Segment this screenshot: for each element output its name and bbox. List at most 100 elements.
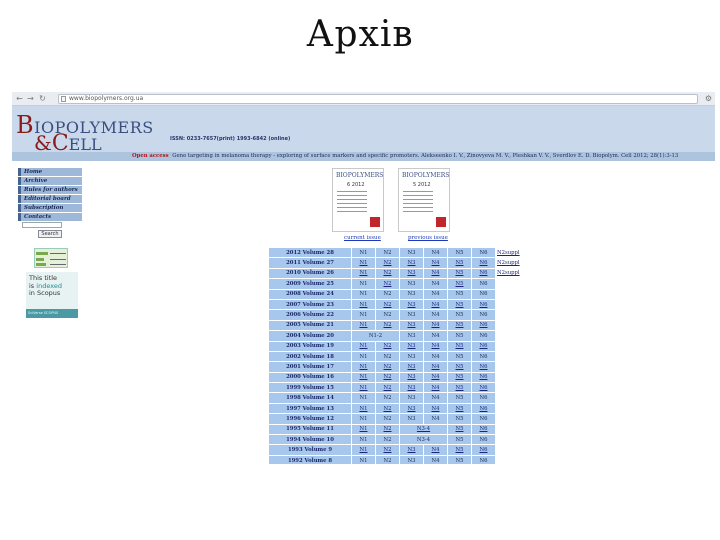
issue-link[interactable]: N1 xyxy=(352,289,375,299)
issue-link[interactable]: N5 xyxy=(448,258,471,268)
issue-link[interactable]: N5 xyxy=(448,455,471,464)
search-input[interactable] xyxy=(22,222,62,228)
issue-link[interactable]: N1 xyxy=(352,414,375,424)
issue-link[interactable]: N2 xyxy=(376,279,399,289)
issue-link[interactable]: N4 xyxy=(424,320,447,331)
issue-link[interactable]: N6 xyxy=(472,393,495,403)
issue-link[interactable]: N1 xyxy=(352,299,375,310)
issue-link[interactable]: N5 xyxy=(448,393,471,403)
issue-link[interactable]: N2 xyxy=(376,268,399,279)
back-arrow-icon[interactable]: ← xyxy=(15,94,24,103)
issue-link[interactable]: N1 xyxy=(352,383,375,393)
issue-link[interactable]: N6 xyxy=(472,435,495,445)
issue-link[interactable]: N4 xyxy=(424,445,447,455)
issue-link[interactable]: N5 xyxy=(448,279,471,289)
issue-link[interactable]: N3 xyxy=(400,362,423,372)
address-bar[interactable]: www.biopolymers.org.ua xyxy=(58,94,698,104)
issue-link[interactable]: N1 xyxy=(352,435,375,445)
reload-icon[interactable]: ↻ xyxy=(38,94,47,103)
issue-link[interactable]: N2 xyxy=(376,393,399,403)
issue-link[interactable]: N1 xyxy=(352,341,375,351)
current-issue-link[interactable]: current issue xyxy=(344,235,381,241)
issue-link[interactable]: N1 xyxy=(352,455,375,464)
issue-link[interactable]: N4 xyxy=(424,331,447,341)
issue-link[interactable]: N5 xyxy=(448,248,471,258)
issue-link[interactable]: N4 xyxy=(424,248,447,258)
issue-link[interactable]: N3 xyxy=(400,310,423,320)
issue-link[interactable]: N3 xyxy=(400,248,423,258)
issue-link[interactable]: N5 xyxy=(448,299,471,310)
issue-link[interactable]: N4 xyxy=(424,279,447,289)
issue-link[interactable]: N2 xyxy=(376,445,399,455)
menu-item-contacts[interactable]: Contacts xyxy=(18,213,82,221)
menu-item-editorial-board[interactable]: Editorial board xyxy=(18,195,82,203)
issue-link[interactable]: N4 xyxy=(424,372,447,383)
issue-link[interactable]: N6 xyxy=(472,341,495,351)
issue-link[interactable]: N5 xyxy=(448,289,471,299)
issue-link[interactable]: N5 xyxy=(448,341,471,351)
issue-link[interactable]: N6 xyxy=(472,258,495,268)
supplement-link[interactable]: N2suppl xyxy=(496,258,520,267)
issue-link[interactable]: N1 xyxy=(352,445,375,455)
issue-link[interactable]: N3 xyxy=(400,455,423,464)
issue-link[interactable]: N2 xyxy=(376,403,399,414)
issue-link[interactable]: N2 xyxy=(376,320,399,331)
issue-link[interactable]: N6 xyxy=(472,414,495,424)
issue-link[interactable]: N4 xyxy=(424,455,447,464)
issue-link[interactable]: N1 xyxy=(352,248,375,258)
issue-link[interactable]: N3 xyxy=(400,320,423,331)
issue-link[interactable]: N1 xyxy=(352,362,375,372)
previous-issue-link[interactable]: previous issue xyxy=(408,235,448,241)
issue-link[interactable]: N4 xyxy=(424,403,447,414)
issue-link[interactable]: N2 xyxy=(376,383,399,393)
issue-link[interactable]: N3 xyxy=(400,393,423,403)
issue-link[interactable]: N6 xyxy=(472,455,495,464)
issue-link[interactable]: N2 xyxy=(376,414,399,424)
issue-link[interactable]: N3-4 xyxy=(400,435,447,445)
issue-link[interactable]: N5 xyxy=(448,424,471,435)
menu-item-home[interactable]: Home xyxy=(18,168,82,176)
issue-link[interactable]: N2 xyxy=(376,372,399,383)
issue-link[interactable]: N3 xyxy=(400,414,423,424)
supplement-link[interactable]: N2suppl xyxy=(496,269,520,278)
issue-link[interactable]: N6 xyxy=(472,372,495,383)
issue-link[interactable]: N2 xyxy=(376,455,399,464)
issue-link[interactable]: N2 xyxy=(376,424,399,435)
menu-item-archive[interactable]: Archive xyxy=(18,177,82,185)
issue-link[interactable]: N6 xyxy=(472,289,495,299)
issue-link[interactable]: N6 xyxy=(472,320,495,331)
issue-link[interactable]: N3 xyxy=(400,341,423,351)
issue-link[interactable]: N6 xyxy=(472,362,495,372)
issue-link[interactable]: N1 xyxy=(352,403,375,414)
issue-link[interactable]: N4 xyxy=(424,258,447,268)
issue-link[interactable]: N1 xyxy=(352,393,375,403)
issue-link[interactable]: N2 xyxy=(376,435,399,445)
menu-item-subscription[interactable]: Subscription xyxy=(18,204,82,212)
issue-link[interactable]: N4 xyxy=(424,299,447,310)
menu-item-rules[interactable]: Rules for authors xyxy=(18,186,82,194)
issue-link[interactable]: N2 xyxy=(376,289,399,299)
issue-link[interactable]: N4 xyxy=(424,362,447,372)
issue-link[interactable]: N6 xyxy=(472,331,495,341)
issue-link[interactable]: N2 xyxy=(376,299,399,310)
issue-link[interactable]: N1 xyxy=(352,320,375,331)
forward-arrow-icon[interactable]: → xyxy=(26,94,35,103)
issue-link[interactable]: N6 xyxy=(472,403,495,414)
issue-link[interactable]: N5 xyxy=(448,331,471,341)
issue-link[interactable]: N1 xyxy=(352,372,375,383)
supplement-link[interactable]: N2suppl xyxy=(496,248,520,257)
search-button[interactable]: Search xyxy=(38,230,62,238)
issue-link[interactable]: N6 xyxy=(472,279,495,289)
issue-link[interactable]: N1-2 xyxy=(352,331,399,341)
counter-widget[interactable] xyxy=(34,248,68,268)
previous-issue-cover[interactable]: BIOPOLYMERS 5 2012 xyxy=(398,168,450,232)
issue-link[interactable]: N2 xyxy=(376,351,399,362)
issue-link[interactable]: N3 xyxy=(400,445,423,455)
issue-link[interactable]: N2 xyxy=(376,248,399,258)
issue-link[interactable]: N4 xyxy=(424,341,447,351)
issue-link[interactable]: N6 xyxy=(472,299,495,310)
issue-link[interactable]: N4 xyxy=(424,414,447,424)
issue-link[interactable]: N5 xyxy=(448,435,471,445)
issue-link[interactable]: N5 xyxy=(448,445,471,455)
issue-link[interactable]: N3 xyxy=(400,351,423,362)
